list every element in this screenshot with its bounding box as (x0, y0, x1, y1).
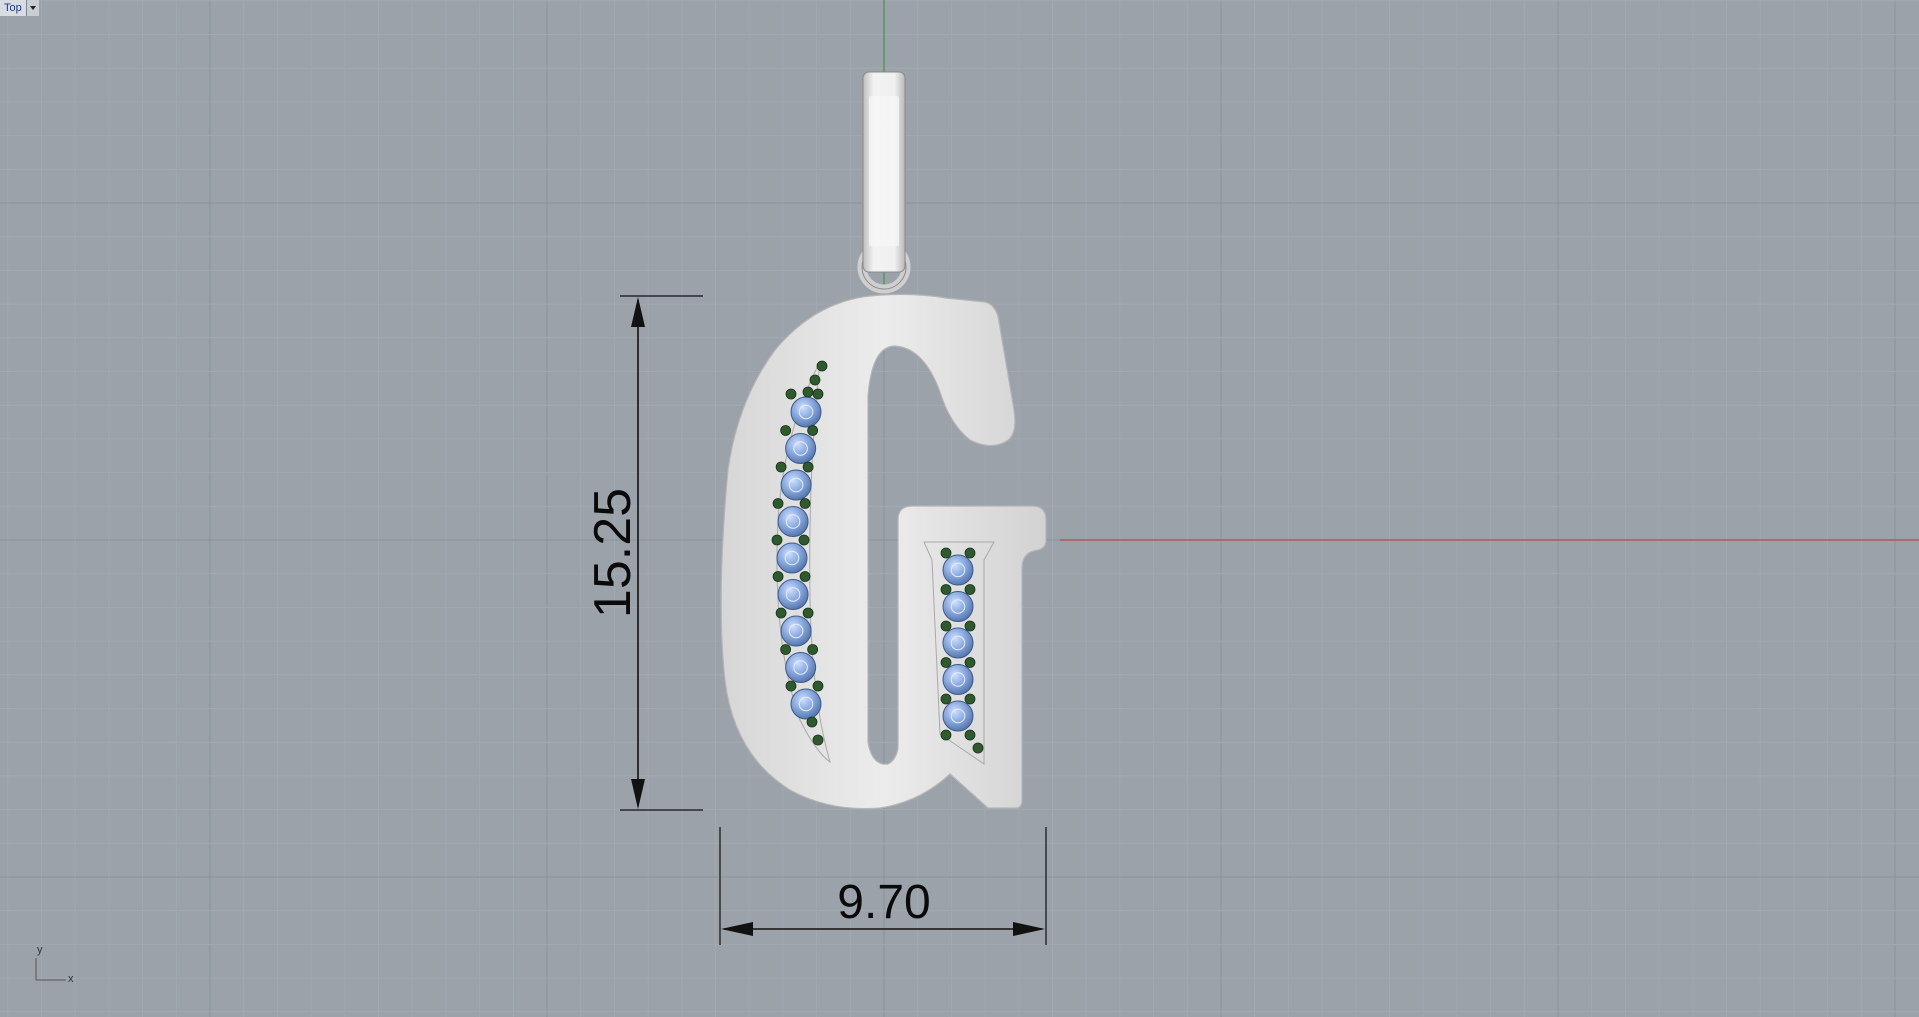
dimension-height-value[interactable]: 15.25 (584, 488, 642, 618)
gemstone-main (942, 664, 974, 695)
gemstone-accent (940, 584, 952, 595)
gizmo-y-label: y (37, 944, 43, 956)
viewport-title-tab[interactable]: Top (0, 0, 39, 16)
gizmo-x-label: x (68, 973, 74, 985)
gemstone-accent (807, 425, 819, 436)
gemstone-accent (802, 607, 814, 619)
gemstone-accent (964, 584, 976, 595)
gemstone-main (777, 506, 809, 537)
gemstone-main (790, 688, 822, 720)
gemstone-main (942, 554, 974, 586)
gemstone-accent (964, 657, 976, 668)
gemstone-main (942, 700, 974, 732)
gemstone-accent (964, 547, 976, 559)
viewport-canvas[interactable]: 15.25 9.70 y x (0, 0, 1919, 1017)
gemstone-accent (816, 360, 828, 372)
viewport-top[interactable]: Top 15.25 9.70 y x (0, 0, 1919, 1017)
gemstone-accent (799, 571, 811, 582)
gemstone-accent (940, 547, 952, 559)
gemstone-accent (972, 742, 984, 754)
pendant-bail[interactable] (857, 71, 911, 294)
gemstone-accent (802, 461, 814, 473)
gemstone-accent (780, 425, 792, 436)
gemstone-accent (806, 716, 818, 728)
gemstone-accent (772, 571, 784, 582)
gemstone-accent (964, 620, 976, 632)
gemstone-main (776, 542, 808, 574)
gemstone-accent (812, 734, 824, 746)
dimension-height[interactable]: 15.25 (584, 295, 703, 811)
gemstone-accent (940, 729, 952, 741)
gemstone-accent (771, 534, 783, 546)
dimension-width[interactable]: 9.70 (719, 827, 1047, 945)
gemstone-accent (775, 461, 787, 473)
gemstone-accent (798, 534, 810, 546)
gemstone-accent (812, 680, 824, 692)
dimension-width-value[interactable]: 9.70 (837, 876, 930, 929)
gemstone-accent (964, 693, 976, 705)
gemstone-accent (785, 680, 797, 692)
gemstone-accent (940, 693, 952, 705)
gemstone-main (785, 652, 817, 683)
viewport-name-label[interactable]: Top (0, 0, 27, 16)
gemstone-accent (940, 620, 952, 632)
gemstone-accent (812, 388, 824, 400)
gemstone-accent (802, 386, 814, 398)
gemstone-main (785, 433, 817, 464)
gemstone-accent (964, 729, 976, 741)
gemstone-main (780, 615, 812, 647)
gemstone-main (777, 579, 809, 610)
gemstone-accent (775, 607, 787, 619)
gemstone-accent (799, 498, 811, 509)
gemstone-main (942, 591, 974, 622)
gemstone-accent (785, 388, 797, 400)
gemstone-accent (940, 657, 952, 668)
viewport-menu-dropdown-icon[interactable] (26, 0, 39, 16)
gemstone-main (942, 627, 974, 659)
gemstone-accent (780, 644, 792, 655)
gemstone-accent (807, 644, 819, 655)
gemstone-main (780, 469, 812, 501)
gemstone-main (790, 396, 822, 428)
gemstone-accent (809, 374, 821, 386)
gemstone-accent (772, 498, 784, 509)
